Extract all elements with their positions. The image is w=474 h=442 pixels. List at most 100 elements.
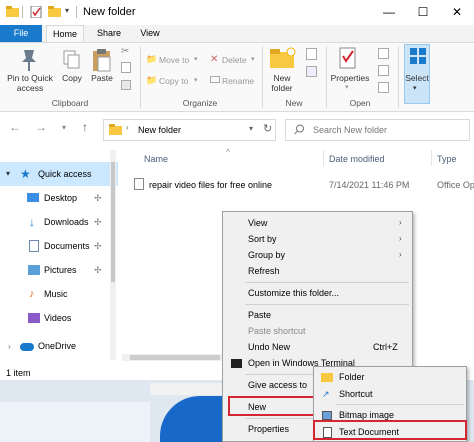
pin-small-icon[interactable]: ✢ xyxy=(94,210,102,234)
open-icon[interactable] xyxy=(378,48,389,59)
recent-dropdown-icon[interactable]: ▾ xyxy=(57,123,71,132)
new-folder-qat-icon[interactable] xyxy=(48,6,61,18)
column-date-modified[interactable]: Date modified xyxy=(329,154,385,164)
new-item-icon[interactable] xyxy=(306,48,317,60)
pictures-icon xyxy=(28,265,40,275)
menu-item-paste[interactable]: Paste xyxy=(223,307,412,323)
undo-shortcut: Ctrl+Z xyxy=(373,342,398,352)
tab-share[interactable]: Share xyxy=(90,25,128,42)
clipboard-group-label: Clipboard xyxy=(51,98,89,108)
new-folder-button[interactable]: New folder xyxy=(264,73,300,93)
menu-item-group-by[interactable]: Group by › xyxy=(223,247,412,263)
breadcrumb-current[interactable]: New folder xyxy=(138,125,181,135)
menu-item-customize[interactable]: Customize this folder... xyxy=(223,285,412,301)
pin-to-quick-access-button[interactable]: Pin to Quick access xyxy=(4,73,56,93)
minimize-button[interactable]: — xyxy=(372,0,406,25)
search-placeholder: Search New folder xyxy=(313,125,388,135)
pin-small-icon[interactable]: ✢ xyxy=(94,258,102,282)
desktop-wallpaper-light xyxy=(0,402,150,442)
nav-item-label: Videos xyxy=(44,313,72,323)
properties-dropdown-icon[interactable]: ▾ xyxy=(345,83,349,91)
qat-dropdown-icon[interactable]: ▾ xyxy=(65,6,69,15)
rename-button[interactable]: Rename xyxy=(222,76,254,86)
nav-item-downloads[interactable]: ↓ Downloads ✢ xyxy=(0,210,118,234)
tab-file[interactable]: File xyxy=(0,25,42,42)
delete-dropdown-icon[interactable]: ▾ xyxy=(251,55,255,63)
refresh-icon[interactable]: ↻ xyxy=(263,122,272,135)
properties-check-icon[interactable] xyxy=(30,5,43,19)
nav-item-desktop[interactable]: Desktop ✢ xyxy=(0,186,118,210)
nav-item-label: Pictures xyxy=(44,265,77,275)
easy-access-icon[interactable] xyxy=(306,66,317,77)
edit-icon[interactable] xyxy=(378,65,389,76)
column-divider[interactable] xyxy=(431,150,432,166)
nav-item-label: Music xyxy=(44,289,68,299)
paste-button[interactable]: Paste xyxy=(88,73,116,83)
horizontal-scrollbar-thumb[interactable] xyxy=(130,355,220,360)
column-type[interactable]: Type xyxy=(437,154,457,164)
music-note-icon: ♪ xyxy=(29,288,35,300)
menu-item-paste-shortcut[interactable]: Paste shortcut xyxy=(223,323,412,339)
move-to-icon: 📁 xyxy=(146,54,158,64)
select-label: Select xyxy=(405,73,429,83)
cut-icon[interactable]: ✂ xyxy=(121,46,129,57)
submenu-item-folder[interactable]: Folder xyxy=(314,369,466,385)
copy-to-button[interactable]: Copy to xyxy=(159,76,188,86)
delete-button[interactable]: Delete xyxy=(222,55,247,65)
window-title: New folder xyxy=(83,6,136,18)
menu-item-undo-new[interactable]: Undo New Ctrl+Z xyxy=(223,339,412,355)
ribbon-separator xyxy=(326,46,327,108)
column-name[interactable]: Name xyxy=(144,154,168,164)
nav-item-pictures[interactable]: Pictures ✢ xyxy=(0,258,118,282)
history-icon[interactable] xyxy=(378,82,389,93)
submenu-arrow-icon: › xyxy=(399,250,402,259)
paste-shortcut-icon[interactable] xyxy=(121,80,131,90)
tab-view[interactable]: View xyxy=(132,25,168,42)
copy-path-icon[interactable] xyxy=(121,62,131,73)
move-to-button[interactable]: Move to xyxy=(159,55,189,65)
terminal-icon xyxy=(231,359,242,368)
breadcrumb-chevron-icon[interactable]: › xyxy=(126,123,129,132)
shortcut-arrow-icon: ↗ xyxy=(322,389,330,399)
properties-button[interactable]: Properties xyxy=(328,73,372,83)
paste-icon xyxy=(92,48,112,74)
ribbon-separator xyxy=(140,46,141,108)
menu-separator xyxy=(245,282,409,283)
nav-scrollbar-thumb[interactable] xyxy=(111,162,115,282)
submenu-item-shortcut[interactable]: ↗ Shortcut xyxy=(314,386,466,402)
file-name[interactable]: repair video files for free online xyxy=(149,180,272,190)
nav-quick-access[interactable]: Quick access xyxy=(38,169,92,179)
bitmap-icon xyxy=(322,411,332,420)
move-to-dropdown-icon[interactable]: ▾ xyxy=(194,55,198,63)
column-divider[interactable] xyxy=(323,150,324,166)
nav-onedrive[interactable]: OneDrive xyxy=(38,341,76,351)
nav-item-videos[interactable]: Videos xyxy=(0,306,118,330)
menu-item-sort-by[interactable]: Sort by › xyxy=(223,231,412,247)
close-button[interactable]: ✕ xyxy=(440,0,474,25)
menu-item-refresh[interactable]: Refresh xyxy=(223,263,412,279)
forward-arrow-icon[interactable]: → xyxy=(34,120,48,134)
expand-chevron-icon[interactable]: ▾ xyxy=(6,169,10,178)
file-type: Office Op xyxy=(437,180,474,190)
pin-small-icon[interactable]: ✢ xyxy=(94,234,102,258)
tab-home[interactable]: Home xyxy=(46,25,84,42)
menu-item-properties[interactable]: Properties xyxy=(223,421,315,437)
text-document-highlight-box xyxy=(313,420,467,440)
ribbon-separator xyxy=(398,46,399,108)
address-dropdown-icon[interactable]: ▾ xyxy=(249,124,253,133)
back-arrow-icon[interactable]: ← xyxy=(8,120,22,134)
menu-separator xyxy=(336,404,464,405)
nav-item-documents[interactable]: Documents ✢ xyxy=(0,234,118,258)
copy-to-dropdown-icon[interactable]: ▾ xyxy=(194,76,198,84)
nav-item-music[interactable]: ♪ Music xyxy=(0,282,118,306)
rename-icon xyxy=(210,76,220,83)
file-icon xyxy=(134,178,144,190)
copy-button[interactable]: Copy xyxy=(58,73,86,83)
new-highlight-box xyxy=(228,396,316,416)
select-dropdown-icon[interactable]: ▾ xyxy=(413,84,417,92)
pin-small-icon[interactable]: ✢ xyxy=(94,186,102,210)
menu-item-view[interactable]: View › xyxy=(223,215,412,231)
maximize-button[interactable]: ☐ xyxy=(406,0,440,25)
up-arrow-icon[interactable]: ↑ xyxy=(78,120,92,134)
onedrive-chevron-icon[interactable]: › xyxy=(8,342,11,351)
